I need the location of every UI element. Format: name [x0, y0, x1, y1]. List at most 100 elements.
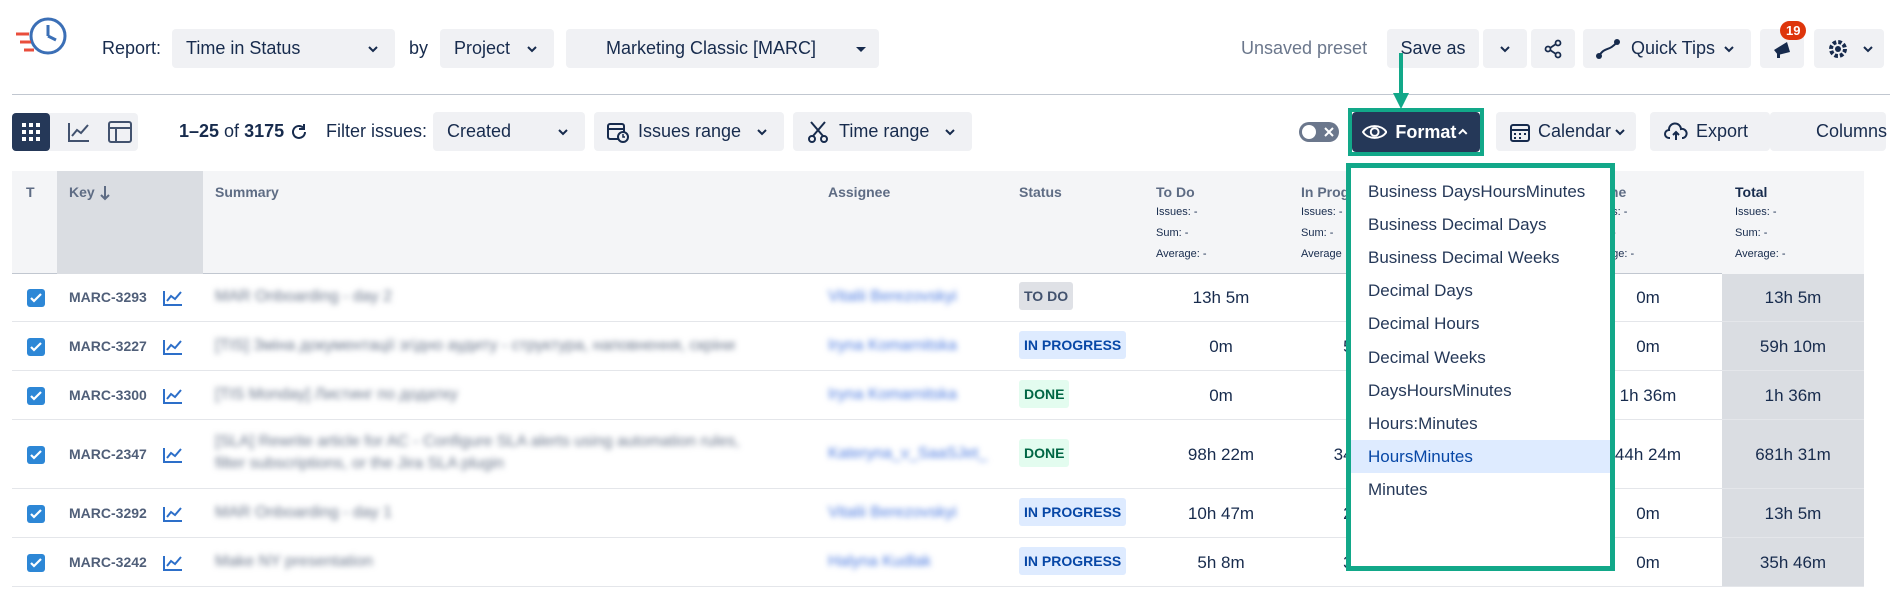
- summary-cell[interactable]: MAR Onboarding - day 1: [215, 504, 795, 522]
- eye-icon: [1362, 125, 1388, 139]
- format-option[interactable]: Decimal Hours: [1351, 307, 1610, 340]
- project-select[interactable]: Marketing Classic [MARC]: [566, 29, 879, 68]
- col-header-col3[interactable]: me es: - : - age: -: [1606, 184, 1706, 265]
- chart-view-button[interactable]: [60, 113, 98, 151]
- line-chart-icon[interactable]: [162, 387, 184, 405]
- total-time: 13h 5m: [1764, 504, 1822, 523]
- status-badge[interactable]: IN PROGRESS: [1019, 498, 1127, 526]
- issue-key[interactable]: MARC-3292: [69, 505, 147, 521]
- calendar-icon: [1510, 123, 1530, 142]
- notifications-button[interactable]: 19: [1760, 21, 1807, 68]
- panel-view-button[interactable]: [104, 113, 138, 151]
- columns-button[interactable]: Columns: [1770, 112, 1887, 151]
- line-chart-icon[interactable]: [162, 338, 184, 356]
- total-time: 681h 31m: [1755, 445, 1831, 464]
- filter-issues-value: Created: [447, 121, 512, 141]
- export-button[interactable]: Export: [1650, 112, 1770, 151]
- line-chart-icon[interactable]: [162, 446, 184, 464]
- assignee-link[interactable]: Vitalii Berezovskyi: [828, 288, 957, 306]
- total-time: 13h 5m: [1764, 288, 1822, 307]
- quick-tips-button[interactable]: Quick Tips: [1583, 29, 1751, 68]
- format-option[interactable]: Business Decimal Weeks: [1351, 241, 1610, 274]
- col-header-summary[interactable]: Summary: [215, 184, 279, 200]
- status-badge[interactable]: IN PROGRESS: [1019, 331, 1127, 359]
- issue-key[interactable]: MARC-3227: [69, 338, 147, 354]
- row-checkbox[interactable]: [27, 289, 45, 307]
- col-header-col3-issues: es: -: [1606, 206, 1628, 218]
- chevron-down-icon: [1615, 128, 1625, 135]
- todo-time: 98h 22m: [1187, 445, 1255, 464]
- status-badge[interactable]: TO DO: [1019, 282, 1074, 310]
- calendar-button[interactable]: Calendar: [1496, 112, 1636, 151]
- toolbar-divider: [12, 94, 1890, 95]
- line-chart-icon[interactable]: [162, 554, 184, 572]
- format-option[interactable]: Hours:Minutes: [1351, 407, 1610, 440]
- assignee-link[interactable]: Halyna Kudlak: [828, 553, 931, 571]
- issue-key[interactable]: MARC-3242: [69, 554, 147, 570]
- status-badge[interactable]: IN PROGRESS: [1019, 547, 1127, 575]
- chevron-down-icon: [1724, 45, 1734, 52]
- todo-time: 0m: [1209, 337, 1233, 356]
- format-option[interactable]: Business DaysHoursMinutes: [1351, 175, 1610, 208]
- assignee-link[interactable]: Iryna Komarnitska: [828, 337, 957, 355]
- line-chart-icon[interactable]: [162, 505, 184, 523]
- row-checkbox[interactable]: [27, 446, 45, 464]
- col-header-todo[interactable]: To Do Issues: - Sum: - Average: -: [1156, 184, 1286, 265]
- format-option[interactable]: Decimal Weeks: [1351, 341, 1610, 374]
- range-of: of: [219, 121, 245, 141]
- by-select[interactable]: Project: [440, 29, 554, 68]
- status-badge[interactable]: DONE: [1019, 380, 1070, 408]
- row-checkbox[interactable]: [27, 338, 45, 356]
- quick-tips-label: Quick Tips: [1631, 38, 1716, 58]
- format-option[interactable]: DaysHoursMinutes: [1351, 374, 1610, 407]
- summary-cell[interactable]: [TIS] Зміна документації згідно аудиту -…: [215, 337, 795, 355]
- issue-key[interactable]: MARC-3300: [69, 387, 147, 403]
- row-checkbox[interactable]: [27, 505, 45, 523]
- issue-key[interactable]: MARC-2347: [69, 446, 147, 462]
- share-icon: [1544, 39, 1562, 58]
- assignee-link[interactable]: Kateryna_v_SaaSJet_: [828, 445, 987, 463]
- row-checkbox[interactable]: [27, 554, 45, 572]
- grid-view-button[interactable]: [12, 113, 50, 151]
- format-option[interactable]: Decimal Days: [1351, 274, 1610, 307]
- summary-cell[interactable]: Make NY presentation: [215, 553, 795, 571]
- col-header-total-average: Average: -: [1735, 248, 1786, 260]
- col-header-key[interactable]: Key: [69, 184, 95, 200]
- status-badge[interactable]: DONE: [1019, 439, 1070, 467]
- save-options-button[interactable]: [1483, 29, 1527, 68]
- row-checkbox[interactable]: [27, 387, 45, 405]
- cloud-upload-icon: [1664, 122, 1688, 140]
- col-header-type[interactable]: T: [26, 184, 35, 200]
- col-header-total[interactable]: Total Issues: - Sum: - Average: -: [1735, 184, 1855, 265]
- format-option[interactable]: Business Decimal Days: [1351, 208, 1610, 241]
- sort-down-icon[interactable]: [99, 185, 111, 201]
- assignee-link[interactable]: Vitalii Berezovskyi: [828, 504, 957, 522]
- summary-cell[interactable]: MAR Onboarding - day 2: [215, 288, 795, 306]
- format-option-selected[interactable]: HoursMinutes: [1351, 439, 1610, 473]
- summary-cell[interactable]: [SLA] Rewrite article for AC - Configure…: [215, 433, 795, 473]
- issue-key[interactable]: MARC-3293: [69, 289, 147, 305]
- time-range-button[interactable]: Time range: [793, 112, 972, 151]
- todo-time: 13h 5m: [1192, 288, 1250, 307]
- summary-cell[interactable]: [TIS Monday] Листинг по додатку: [215, 386, 795, 404]
- format-option[interactable]: Minutes: [1351, 473, 1610, 506]
- format-button[interactable]: Format: [1352, 112, 1480, 152]
- col-header-status[interactable]: Status: [1019, 184, 1062, 200]
- col-header-total-issues: Issues: -: [1735, 206, 1777, 218]
- refresh-icon[interactable]: [289, 122, 309, 142]
- assignee-link[interactable]: Iryna Komarnitska: [828, 386, 957, 404]
- line-chart-icon[interactable]: [162, 289, 184, 307]
- issues-range-button[interactable]: Issues range: [594, 112, 784, 151]
- col-header-assignee[interactable]: Assignee: [828, 184, 890, 200]
- settings-button[interactable]: [1814, 29, 1884, 68]
- calendar-label: Calendar: [1538, 121, 1612, 141]
- todo-time: 5h 8m: [1197, 553, 1245, 572]
- total-time: 59h 10m: [1759, 337, 1827, 356]
- range-total: 3175: [244, 121, 285, 141]
- report-select[interactable]: Time in Status: [172, 29, 395, 68]
- filter-issues-select[interactable]: Created: [433, 112, 585, 151]
- toggle-switch[interactable]: [1299, 122, 1339, 142]
- col-header-col3-sum: : -: [1606, 223, 1706, 244]
- chevron-down-icon: [1500, 45, 1510, 52]
- share-button[interactable]: [1531, 29, 1575, 68]
